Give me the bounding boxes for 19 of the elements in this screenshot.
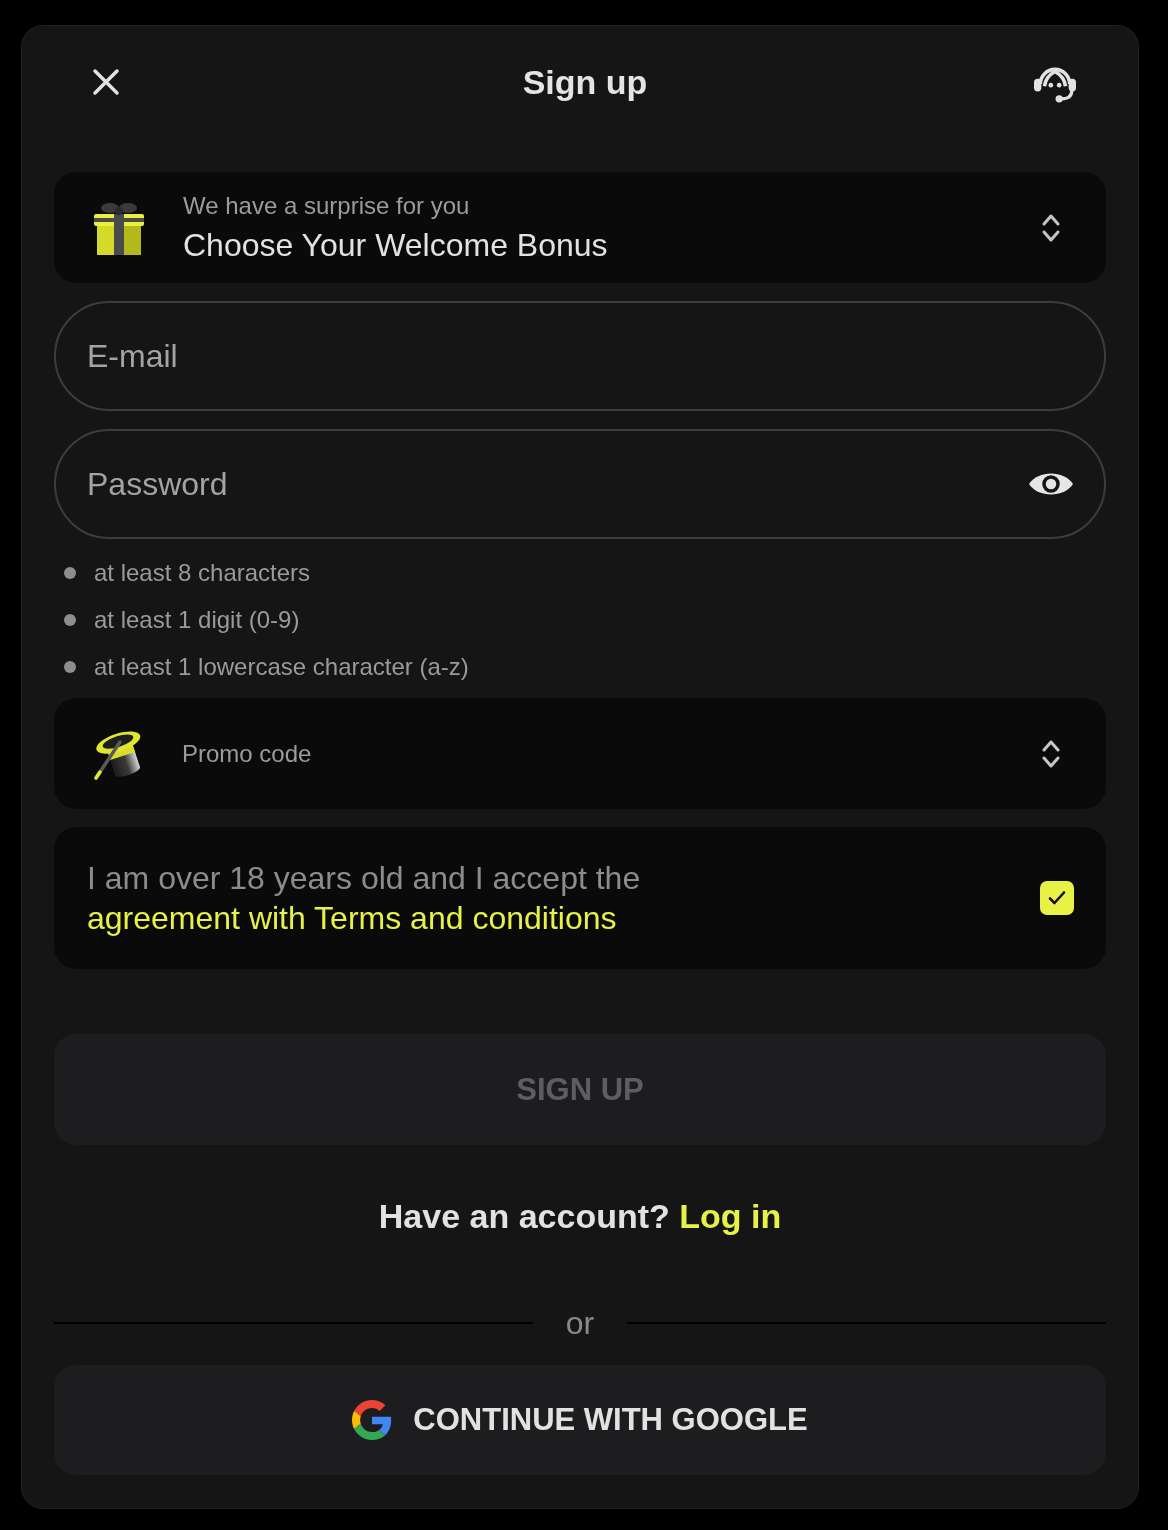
login-link[interactable]: Log in [679,1197,782,1235]
close-icon [92,67,120,96]
agreement-text: I am over 18 years old and I accept the agreement with Terms and conditions [87,859,642,938]
g-logo-icon [352,1400,393,1440]
terms-link[interactable]: agreement with Terms and conditions [87,900,617,936]
password-rule: at least 8 characters [94,558,311,587]
google-button[interactable]: CONTINUE WITH GOOGLE [54,1365,1106,1475]
promo-code-toggle[interactable]: Promo code [54,698,1106,809]
divider-label: or [565,1304,595,1343]
dialog-title: Sign up [522,61,648,103]
close-button[interactable] [92,67,120,96]
password-rule: at least 1 digit (0-9) [94,605,300,634]
login-prompt: Have an account? Log in [377,1196,783,1237]
email-field[interactable]: E-mail [54,301,1106,411]
password-field[interactable]: Password [54,429,1106,539]
agreement-checkbox[interactable] [1040,881,1074,915]
welcome-bonus-select[interactable]: We have a surprise for you Choose Your Welcome Bonus [54,172,1106,283]
check-icon [1048,890,1066,906]
password-rule: at least 1 lowercase character (a-z) [94,652,469,681]
